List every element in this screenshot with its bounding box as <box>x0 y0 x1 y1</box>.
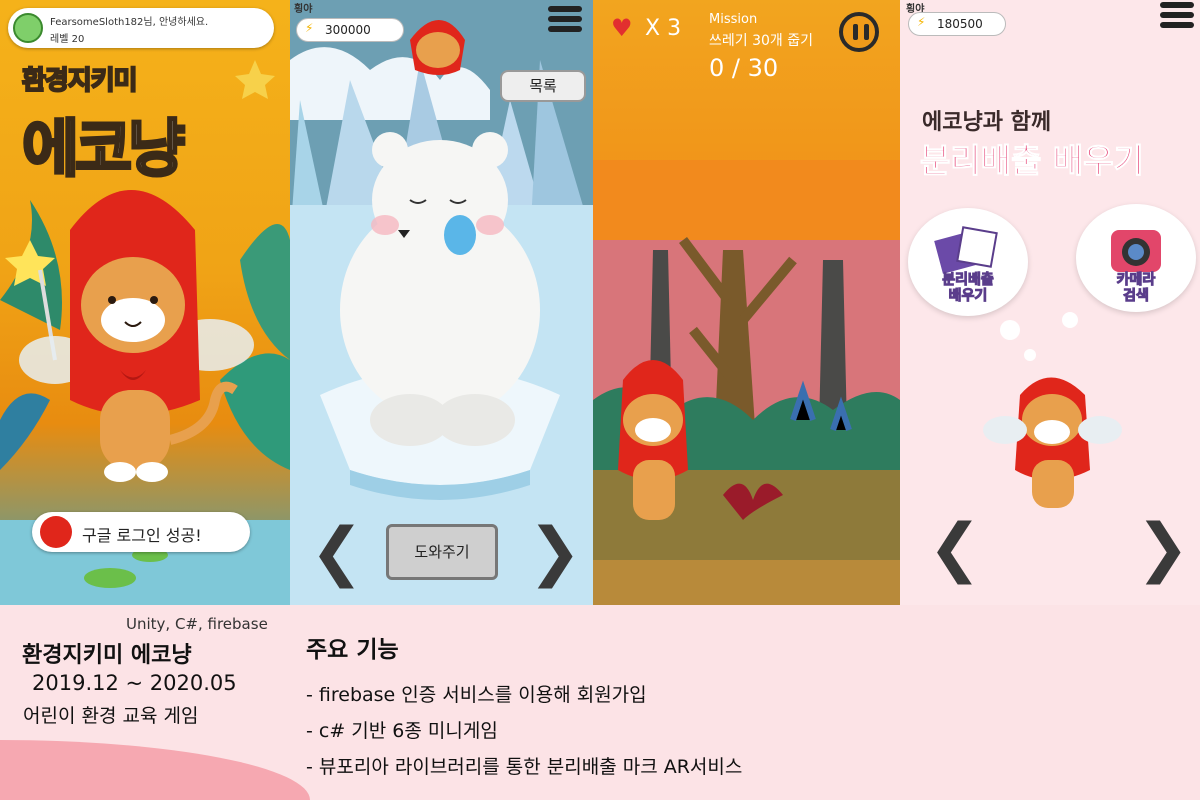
chevron-left-icon[interactable]: ❮ <box>310 520 364 584</box>
learn-recycling-button[interactable]: 분리배출 배우기 <box>908 208 1028 316</box>
pause-button[interactable] <box>839 12 879 52</box>
polar-bear-panel: 횡야 ⚡ 300000 목록 ❮ 도와주기 ❯ <box>290 0 593 605</box>
list-button[interactable]: 목록 <box>500 70 586 102</box>
tech-stack: Unity, C#, firebase <box>126 615 268 633</box>
lives-counter: X 3 <box>645 16 682 41</box>
lightning-icon: ⚡ <box>305 21 314 35</box>
project-description: 어린이 환경 교육 게임 <box>23 705 199 727</box>
mission-game-panel: ♥ X 3 Mission 쓰레기 30개 줍기 0 / 30 <box>593 0 900 605</box>
features-heading: 주요 기능 <box>306 637 399 663</box>
cloud-label: 카메라 검색 <box>1116 272 1156 305</box>
login-level: 레벨 20 <box>50 34 85 45</box>
mission-text: 쓰레기 30개 줍기 <box>709 33 813 49</box>
feature-item: - c# 기반 6종 미니게임 <box>306 720 498 742</box>
mission-progress: 0 / 30 <box>709 54 779 82</box>
game-title-big: 에코냥 <box>20 111 186 187</box>
mission-label: Mission <box>709 12 758 27</box>
login-success-toast: 구글 로그인 성공! <box>32 512 250 552</box>
cat-icon <box>40 516 72 548</box>
chevron-right-icon[interactable]: ❯ <box>528 520 582 584</box>
autumn-forest-background <box>593 160 900 605</box>
subtitle: 에코냥과 함께 <box>922 110 1052 135</box>
hamburger-menu-icon[interactable] <box>1160 2 1194 32</box>
project-title: 환경지키미 에코냥 <box>22 643 192 668</box>
page-title: 분리배출 배우기 <box>919 141 1145 181</box>
user-name-label: 횡야 <box>294 4 313 15</box>
heart-icon: ♥ <box>611 14 633 42</box>
chevron-left-icon[interactable]: ❮ <box>928 516 982 580</box>
project-date: 2019.12 ~ 2020.05 <box>32 671 237 695</box>
game-title-small: 환경지키미 <box>21 65 139 97</box>
camera-search-button[interactable]: 카메라 검색 <box>1076 204 1196 312</box>
coin-counter: ⚡ 300000 <box>296 18 404 42</box>
login-status-pill: FearsomeSloth182님, 안녕하세요. 레벨 20 <box>8 8 274 48</box>
login-greeting: FearsomeSloth182님, 안녕하세요. <box>50 17 209 28</box>
login-screen-panel: FearsomeSloth182님, 안녕하세요. 레벨 20 환경지키미 에코… <box>0 0 290 605</box>
recycling-panel: 횡야 ⚡ 180500 에코냥과 함께 분리배출 배우기 분리배출 배우기 카메… <box>900 0 1200 605</box>
feature-item: - 뷰포리아 라이브러리를 통한 분리배출 마크 AR서비스 <box>306 756 743 778</box>
coin-value: 180500 <box>937 17 983 31</box>
chevron-right-icon[interactable]: ❯ <box>1136 516 1190 580</box>
help-button[interactable]: 도와주기 <box>386 524 498 580</box>
toast-text: 구글 로그인 성공! <box>82 526 202 545</box>
avatar <box>13 13 43 43</box>
hamburger-menu-icon[interactable] <box>548 6 582 36</box>
coin-value: 300000 <box>325 23 371 37</box>
coin-counter: ⚡ 180500 <box>908 12 1006 36</box>
lightning-icon: ⚡ <box>917 15 926 29</box>
cloud-label: 분리배출 배우기 <box>942 272 995 305</box>
feature-item: - firebase 인증 서비스를 이용해 회원가입 <box>306 684 647 706</box>
